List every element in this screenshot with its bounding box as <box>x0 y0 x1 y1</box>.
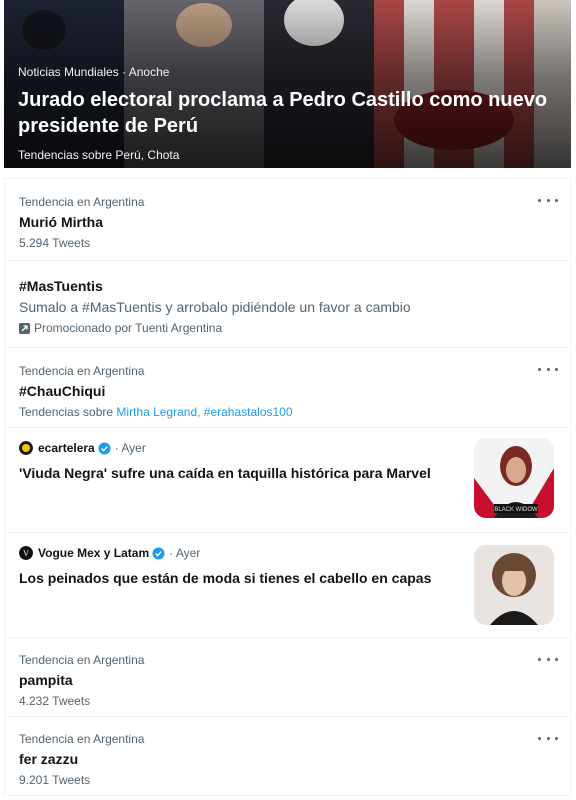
news-title: 'Viuda Negra' sufre una caída en taquill… <box>19 465 431 481</box>
trend-item[interactable]: Tendencia en Argentina pampita 4.232 Twe… <box>5 638 570 716</box>
promoted-by: Promocionado por Tuenti Argentina <box>19 320 570 336</box>
featured-news-title: Jurado electoral proclama a Pedro Castil… <box>18 89 548 137</box>
news-header: V Vogue Mex y Latam · Ayer <box>19 545 470 561</box>
news-source: ecartelera <box>38 441 95 455</box>
trend-title: fer zazzu <box>19 751 79 767</box>
news-time: · Ayer <box>114 441 146 455</box>
verified-badge-icon <box>98 441 111 455</box>
featured-news-meta: Noticias Mundiales · Anoche <box>18 65 170 79</box>
trend-context: Tendencia en Argentina <box>19 195 145 209</box>
more-options-icon[interactable] <box>538 733 558 743</box>
ecartelera-avatar <box>19 441 33 455</box>
news-time: · Ayer <box>169 546 201 560</box>
trend-title: pampita <box>19 672 73 688</box>
more-options-icon[interactable] <box>538 364 558 374</box>
trend-context: Tendencia en Argentina <box>19 364 145 378</box>
news-thumbnail <box>474 545 554 625</box>
trend-related-prefix: Tendencias sobre <box>19 405 114 419</box>
verified-badge-icon <box>152 546 165 560</box>
promoted-trend-title: #MasTuentis <box>19 278 103 294</box>
promoted-icon <box>19 322 30 334</box>
news-item[interactable]: ecartelera · Ayer 'Viuda Negra' sufre un… <box>5 428 570 532</box>
news-item[interactable]: V Vogue Mex y Latam · Ayer Los peinados … <box>5 533 570 637</box>
trend-title: Murió Mirtha <box>19 214 103 230</box>
promoted-by-label: Promocionado por Tuenti Argentina <box>34 321 223 335</box>
promoted-trend-item[interactable]: #MasTuentis Sumalo a #MasTuentis y arrob… <box>5 261 570 347</box>
more-options-icon[interactable] <box>538 195 558 205</box>
trend-item[interactable]: Tendencia en Argentina fer zazzu 9.201 T… <box>5 717 570 795</box>
trend-context: Tendencia en Argentina <box>19 653 145 667</box>
trend-related: Tendencias sobre Mirtha Legrand, #erahas… <box>19 404 570 420</box>
trend-item[interactable]: Tendencia en Argentina Murió Mirtha 5.29… <box>5 179 570 260</box>
more-options-icon[interactable] <box>538 654 558 664</box>
trend-count: 9.201 Tweets <box>19 773 91 787</box>
news-source: Vogue Mex y Latam <box>38 546 150 560</box>
trend-count: 5.294 Tweets <box>19 236 91 250</box>
trend-item[interactable]: Tendencia en Argentina #ChauChiqui Tende… <box>5 348 570 427</box>
vogue-avatar: V <box>19 546 33 560</box>
featured-news-related: Tendencias sobre Perú, Chota <box>18 148 180 162</box>
thumbnail-caption: BLACK WIDOW <box>494 507 538 513</box>
news-title: Los peinados que están de moda si tienes… <box>19 570 432 586</box>
divider <box>5 795 570 796</box>
trends-list: Tendencia en Argentina Murió Mirtha 5.29… <box>4 178 571 796</box>
promoted-trend-description: Sumalo a #MasTuentis y arrobalo pidiéndo… <box>19 299 411 315</box>
trend-title: #ChauChiqui <box>19 383 106 399</box>
news-header: ecartelera · Ayer <box>19 440 470 456</box>
trend-count: 4.232 Tweets <box>19 694 91 708</box>
featured-news-card[interactable]: Noticias Mundiales · Anoche Jurado elect… <box>4 0 571 168</box>
news-thumbnail: BLACK WIDOW <box>474 438 554 518</box>
trend-context: Tendencia en Argentina <box>19 732 145 746</box>
svg-text:V: V <box>23 549 29 558</box>
trend-related-links[interactable]: Mirtha Legrand, #erahastalos100 <box>116 405 292 419</box>
